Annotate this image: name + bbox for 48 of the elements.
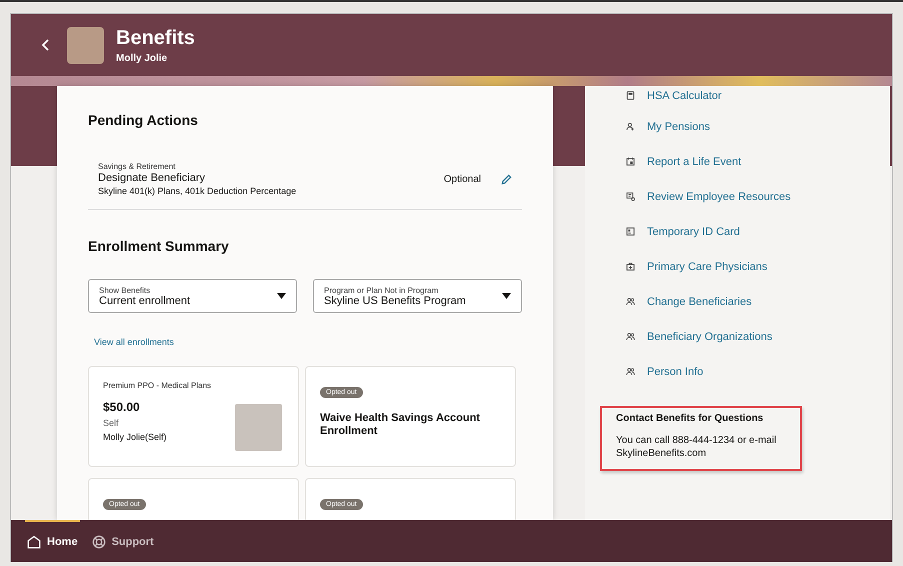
action-status: Optional bbox=[444, 174, 481, 184]
contact-text: You can call 888-444-1234 or e-mail SkylineBenefits.com bbox=[616, 434, 778, 460]
quick-link[interactable]: Change Beneficiaries bbox=[647, 296, 752, 308]
plan-card[interactable]: Premium PPO - Medical Plans $50.00 Self Molly Jolie(Self) bbox=[88, 366, 299, 467]
card-icon bbox=[626, 227, 635, 236]
quick-link[interactable]: Beneficiary Organizations bbox=[647, 330, 772, 342]
edit-button[interactable] bbox=[501, 174, 512, 184]
calendar-icon bbox=[626, 157, 635, 166]
medical-icon bbox=[626, 262, 635, 271]
nav-tab[interactable]: Support bbox=[90, 520, 156, 562]
view-all-link[interactable]: View all enrollments bbox=[94, 337, 174, 347]
chevron-left-icon bbox=[41, 38, 51, 52]
nav-tab[interactable]: Home bbox=[25, 520, 80, 562]
contact-title: Contact Benefits for Questions bbox=[616, 413, 764, 424]
person-icon bbox=[626, 122, 635, 131]
photo-placeholder bbox=[235, 404, 282, 451]
quick-link[interactable]: HSA Calculator bbox=[647, 90, 722, 102]
employee-name: Molly Jolie bbox=[116, 52, 168, 64]
quick-link[interactable]: Review Employee Resources bbox=[647, 190, 791, 202]
coverage-level: Self bbox=[103, 418, 120, 428]
plan-title: Waive Health Savings Account Enrollment bbox=[320, 412, 481, 438]
participant-name: Molly Jolie(Self) bbox=[103, 432, 168, 442]
home-icon bbox=[27, 535, 41, 549]
quick-link[interactable]: Report a Life Event bbox=[647, 156, 742, 168]
action-name: Designate Beneficiary bbox=[98, 172, 206, 184]
quick-link[interactable]: Temporary ID Card bbox=[647, 226, 740, 238]
filter-select[interactable]: Program or Plan Not in Program Skyline US Benefits Program bbox=[313, 279, 522, 313]
quick-link[interactable]: Primary Care Physicians bbox=[647, 260, 768, 272]
lifebuoy-icon bbox=[92, 535, 106, 549]
people-icon bbox=[626, 297, 635, 306]
caret-icon bbox=[277, 293, 286, 299]
people-icon bbox=[626, 367, 635, 376]
avatar-placeholder bbox=[67, 26, 104, 64]
page-title: Benefits bbox=[116, 26, 195, 50]
caret-icon bbox=[502, 293, 511, 299]
resources-icon bbox=[626, 192, 635, 201]
calculator-icon bbox=[626, 91, 635, 100]
action-category: Savings & Retirement bbox=[98, 162, 176, 171]
people-icon bbox=[626, 332, 635, 341]
plan-name: Premium PPO - Medical Plans bbox=[103, 381, 212, 390]
filter-select[interactable]: Show Benefits Current enrollment bbox=[88, 279, 297, 313]
section-title: Pending Actions bbox=[88, 112, 199, 128]
action-detail: Skyline 401(k) Plans, 401k Deduction Percentage bbox=[98, 186, 298, 196]
pencil-icon bbox=[501, 174, 512, 184]
section-title: Enrollment Summary bbox=[88, 238, 230, 254]
plan-amount: $50.00 bbox=[103, 400, 141, 414]
quick-link[interactable]: My Pensions bbox=[647, 120, 710, 132]
quick-link[interactable]: Person Info bbox=[647, 366, 704, 378]
